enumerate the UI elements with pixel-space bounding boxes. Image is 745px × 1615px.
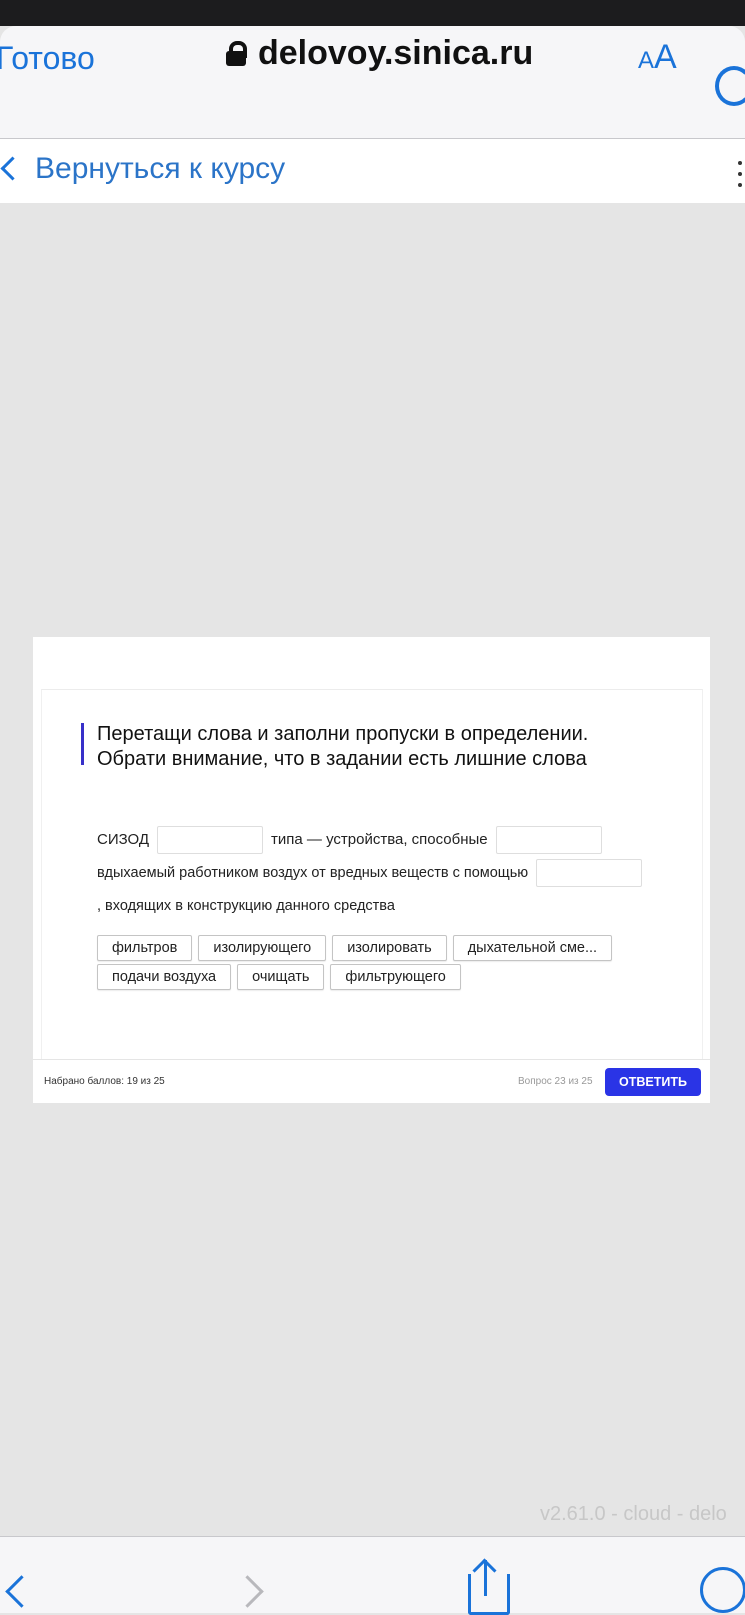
score-text: Набрано баллов: 19 из 25 [44, 1076, 165, 1087]
compass-icon[interactable] [700, 1567, 745, 1613]
sentence-text: , входящих в конструкцию данного средств… [97, 897, 395, 914]
question-accent-bar [81, 723, 84, 765]
word-chip[interactable]: фильтрующего [330, 964, 461, 990]
question-title: Перетащи слова и заполни пропуски в опре… [97, 723, 589, 770]
browser-toolbar [0, 1536, 745, 1613]
sentence-text: типа — устройства, способные [271, 831, 488, 848]
word-chip[interactable]: фильтров [97, 935, 193, 961]
sentence-text: СИЗОД [97, 831, 150, 848]
answer-button[interactable]: ОТВЕТИТЬ [605, 1068, 701, 1096]
word-chip[interactable]: подачи воздуха [97, 964, 232, 990]
more-menu-icon[interactable] [738, 158, 745, 187]
text-size-button[interactable]: AA [638, 38, 677, 77]
quiz-footer: Набрано баллов: 19 из 25 Вопрос 23 из 25… [33, 1059, 710, 1104]
word-chip[interactable]: изолирующего [198, 935, 327, 961]
question-counter: Вопрос 23 из 25 [518, 1076, 593, 1087]
version-label: v2.61.0 - cloud - delo [540, 1503, 727, 1525]
word-chip[interactable]: очищать [237, 964, 325, 990]
address-bar[interactable]: delovoy.sinica.ru [226, 34, 533, 73]
word-chip[interactable]: изолировать [332, 935, 447, 961]
back-to-course-link[interactable]: Вернуться к курсу [35, 152, 285, 186]
done-button[interactable]: Готово [0, 40, 95, 77]
quiz-card: Перетащи слова и заполни пропуски в опре… [33, 637, 710, 1103]
drop-slot-1[interactable] [157, 825, 264, 854]
drop-slot-2[interactable] [495, 825, 602, 854]
url-text: delovoy.sinica.ru [258, 34, 534, 72]
share-icon[interactable] [468, 1574, 510, 1615]
fill-in-sentence: СИЗОД типа — устройства, способные вдыха… [97, 823, 687, 922]
word-bank: фильтров изолирующего изолировать дыхате… [97, 935, 657, 993]
lock-icon [226, 40, 247, 67]
word-chip[interactable]: дыхательной сме... [452, 935, 613, 961]
sentence-text: вдыхаемый работником воздух от вредных в… [97, 864, 529, 881]
reload-icon[interactable] [715, 66, 745, 106]
status-bar [0, 0, 745, 26]
drop-slot-3[interactable] [536, 858, 643, 887]
